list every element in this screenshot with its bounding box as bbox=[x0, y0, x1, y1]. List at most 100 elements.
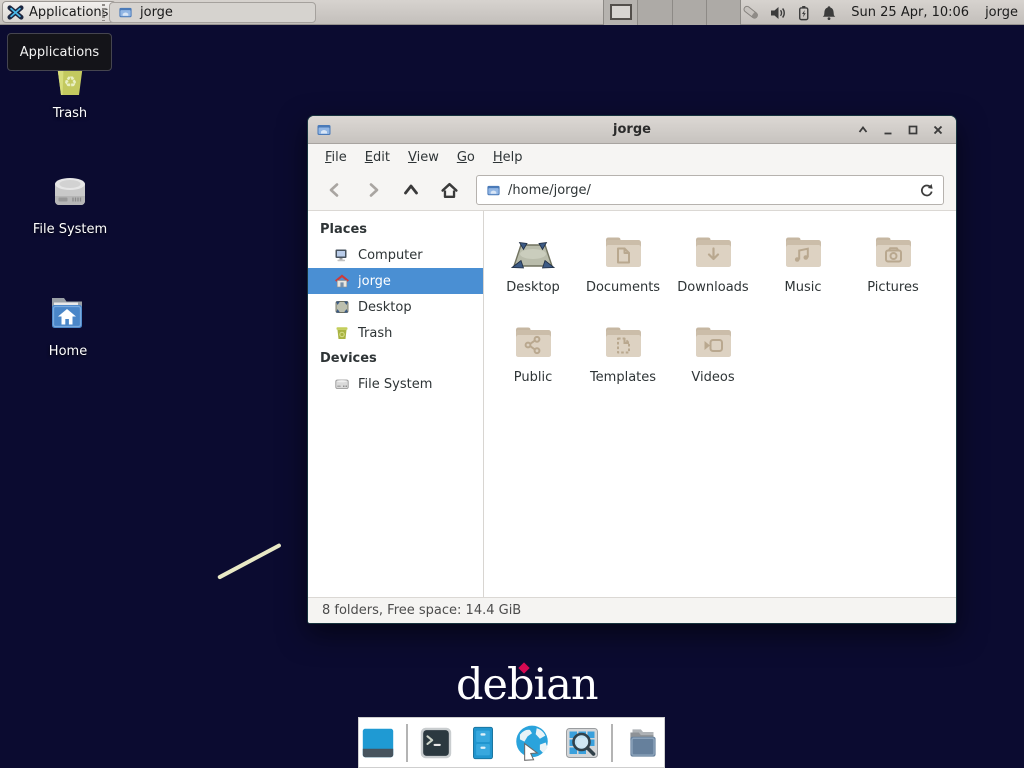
file-label: Videos bbox=[691, 370, 734, 385]
toolbar: /home/jorge/ bbox=[308, 170, 956, 211]
file-item-pictures[interactable]: Pictures bbox=[848, 224, 938, 314]
path-input[interactable]: /home/jorge/ bbox=[508, 183, 911, 198]
file-label: Public bbox=[514, 370, 552, 385]
titlebar[interactable]: jorge bbox=[308, 116, 956, 144]
sidebar: Places Computer jorge bbox=[308, 211, 484, 597]
applications-tooltip: Applications bbox=[7, 33, 112, 71]
forward-button[interactable] bbox=[356, 175, 390, 205]
file-item-videos[interactable]: Videos bbox=[668, 314, 758, 404]
workspace-2[interactable] bbox=[638, 0, 672, 25]
file-manager-launcher[interactable] bbox=[464, 724, 502, 762]
applications-menu-button[interactable]: Applications bbox=[2, 1, 116, 23]
file-item-music[interactable]: Music bbox=[758, 224, 848, 314]
window-controls bbox=[852, 116, 948, 144]
file-item-desktop[interactable]: Desktop bbox=[488, 224, 578, 314]
workspace-pager[interactable] bbox=[603, 0, 741, 25]
workspace-4[interactable] bbox=[707, 0, 741, 25]
downloads-folder-icon bbox=[689, 228, 737, 276]
templates-folder-icon bbox=[599, 318, 647, 366]
desktop-icon-home[interactable]: Home bbox=[24, 290, 112, 359]
sidebar-header-devices: Devices bbox=[308, 346, 483, 371]
menu-file[interactable]: File bbox=[316, 147, 356, 168]
back-button[interactable] bbox=[318, 175, 352, 205]
notifications-icon[interactable] bbox=[820, 4, 838, 22]
web-browser-launcher[interactable] bbox=[511, 722, 553, 764]
sidebar-item-desktop[interactable]: Desktop bbox=[308, 294, 483, 320]
file-item-downloads[interactable]: Downloads bbox=[668, 224, 758, 314]
file-label: Downloads bbox=[677, 280, 748, 295]
file-label: Documents bbox=[586, 280, 660, 295]
xfce-logo-icon bbox=[7, 4, 24, 21]
debian-logo: debian bbox=[456, 660, 598, 710]
path-folder-icon bbox=[486, 183, 501, 198]
applications-menu-label: Applications bbox=[29, 5, 108, 20]
path-bar[interactable]: /home/jorge/ bbox=[476, 175, 944, 205]
home-icon bbox=[334, 273, 350, 289]
top-panel: Applications jorge bbox=[0, 0, 1024, 25]
public-folder-icon bbox=[509, 318, 557, 366]
shade-button[interactable] bbox=[852, 119, 873, 141]
home-folder-icon bbox=[44, 290, 92, 338]
sidebar-header-places: Places bbox=[308, 217, 483, 242]
menubar: File Edit View Go Help bbox=[308, 144, 956, 170]
file-item-templates[interactable]: Templates bbox=[578, 314, 668, 404]
file-label: Music bbox=[785, 280, 822, 295]
whiteboard-icon[interactable] bbox=[742, 3, 761, 22]
sidebar-item-label: Trash bbox=[358, 326, 392, 341]
close-button[interactable] bbox=[927, 119, 948, 141]
volume-icon[interactable] bbox=[769, 4, 787, 22]
terminal-launcher[interactable] bbox=[417, 724, 455, 762]
file-item-documents[interactable]: Documents bbox=[578, 224, 668, 314]
panel-grip-handle[interactable] bbox=[102, 4, 105, 21]
sidebar-item-label: Computer bbox=[358, 248, 423, 263]
sidebar-item-label: Desktop bbox=[358, 300, 412, 315]
up-button[interactable] bbox=[394, 175, 428, 205]
menu-go[interactable]: Go bbox=[448, 147, 484, 168]
file-manager-window: jorge File Edit View Go Help bbox=[307, 115, 957, 624]
taskbar-window-button[interactable]: jorge bbox=[109, 2, 316, 23]
file-item-public[interactable]: Public bbox=[488, 314, 578, 404]
show-desktop-button[interactable] bbox=[359, 724, 397, 762]
panel-clock[interactable]: Sun 25 Apr, 10:06 bbox=[851, 5, 969, 20]
reload-icon[interactable] bbox=[918, 182, 934, 198]
pointer-line bbox=[217, 543, 282, 580]
desktop-special-icon bbox=[509, 228, 557, 276]
home-button[interactable] bbox=[432, 175, 466, 205]
application-finder-launcher[interactable] bbox=[562, 723, 602, 763]
videos-folder-icon bbox=[689, 318, 737, 366]
workspace-1[interactable] bbox=[604, 0, 638, 25]
file-grid: Desktop Documents bbox=[484, 211, 956, 404]
desktop-icon-label: Trash bbox=[53, 106, 87, 121]
file-label: Desktop bbox=[506, 280, 560, 295]
status-bar: 8 folders, Free space: 14.4 GiB bbox=[308, 597, 956, 623]
taskbar-window-label: jorge bbox=[140, 5, 173, 20]
desktop-icon-label: Home bbox=[49, 344, 87, 359]
svg-text:♻: ♻ bbox=[64, 73, 77, 91]
panel-username[interactable]: jorge bbox=[985, 5, 1018, 20]
menu-help[interactable]: Help bbox=[484, 147, 532, 168]
workspace-3[interactable] bbox=[673, 0, 707, 25]
file-label: Pictures bbox=[867, 280, 918, 295]
sidebar-item-computer[interactable]: Computer bbox=[308, 242, 483, 268]
file-folder-launcher[interactable] bbox=[622, 722, 664, 764]
status-text: 8 folders, Free space: 14.4 GiB bbox=[322, 603, 521, 618]
sidebar-item-label: File System bbox=[358, 377, 432, 392]
file-pane[interactable]: Desktop Documents bbox=[484, 211, 956, 597]
desktop-icon bbox=[334, 299, 350, 315]
hard-drive-icon bbox=[46, 168, 94, 216]
sidebar-item-file-system[interactable]: File System bbox=[308, 371, 483, 397]
file-label: Templates bbox=[590, 370, 656, 385]
minimize-button[interactable] bbox=[877, 119, 898, 141]
folder-icon bbox=[118, 5, 133, 20]
desktop-icon-file-system[interactable]: File System bbox=[26, 168, 114, 237]
sidebar-item-trash[interactable]: Trash bbox=[308, 320, 483, 346]
panel-right-area: Sun 25 Apr, 10:06 jorge bbox=[742, 0, 1018, 25]
computer-icon bbox=[334, 247, 350, 263]
maximize-button[interactable] bbox=[902, 119, 923, 141]
system-tray bbox=[742, 3, 838, 22]
battery-icon[interactable] bbox=[795, 4, 812, 22]
sidebar-item-jorge[interactable]: jorge bbox=[308, 268, 483, 294]
menu-edit[interactable]: Edit bbox=[356, 147, 399, 168]
menu-view[interactable]: View bbox=[399, 147, 448, 168]
music-folder-icon bbox=[779, 228, 827, 276]
